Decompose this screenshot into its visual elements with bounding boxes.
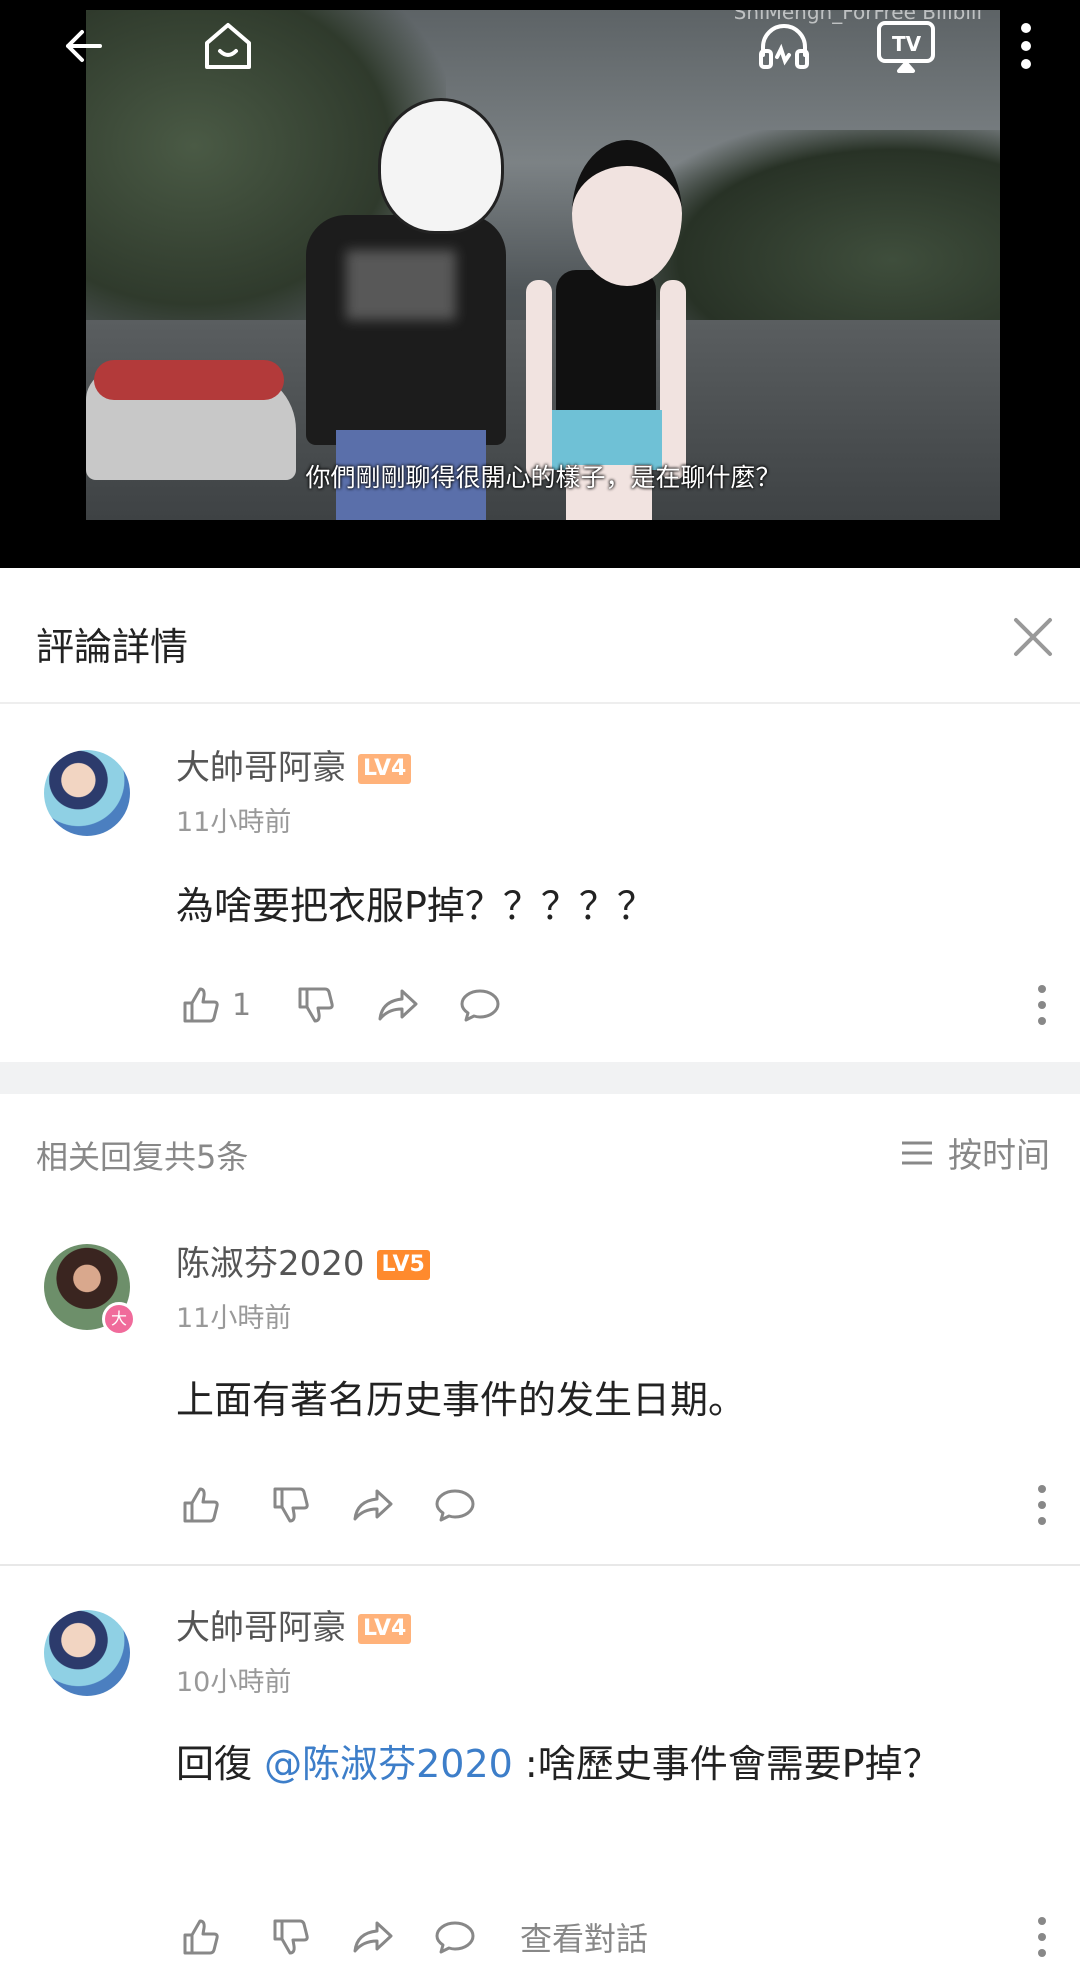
home-icon [205,23,251,69]
sort-button[interactable]: 按时间 [900,1128,1050,1177]
view-conversation-link[interactable]: 查看對話 [520,1914,648,1960]
share-icon [353,1921,393,1953]
thumbs-up-icon [183,987,219,1023]
like-button[interactable] [176,1480,226,1530]
video-frame: ShiMengh_ForFree Bilibili 你們剛剛聊得很開心的樣子，是… [86,10,1000,520]
home-button[interactable] [196,14,260,78]
thumbs-down-icon [273,1487,309,1523]
woman-illustration-arm-right [660,280,686,480]
headphones-icon [759,24,809,69]
close-button[interactable] [1008,612,1058,662]
level-badge: LV5 [376,1250,430,1280]
more-vertical-icon [1038,1485,1046,1525]
comment-actions [176,1480,480,1530]
reply-button[interactable] [430,1480,480,1530]
reply-button[interactable] [455,980,505,1030]
arrow-left-icon [66,30,102,62]
svg-text:TV: TV [892,32,922,56]
reply-item: 大帥哥阿豪 LV4 10小時前 回復 @陈淑芬2020 :啥歷史事件會需要P掉？ … [0,1566,1080,1977]
tv-cast-icon: TV [877,21,935,73]
avatar[interactable] [44,1610,130,1696]
comment-bubble-icon [435,1921,475,1954]
comment-bubble-icon [460,989,500,1022]
comment-text: 回復 @陈淑芬2020 :啥歷史事件會需要P掉？ [176,1742,941,1786]
main-comment: 大帥哥阿豪 LV4 11小時前 為啥要把衣服P掉？？？？？ 1 [0,704,1080,1062]
comment-time: 11小時前 [176,1303,292,1334]
share-button[interactable] [373,980,423,1030]
username[interactable]: 陈淑芬2020 LV5 [176,1236,430,1285]
comment-text: 為啥要把衣服P掉？？？？？ [176,884,655,928]
comment-detail-header: 評論詳情 [0,568,1080,704]
sort-label: 按时间 [948,1136,1050,1176]
thumbs-down-icon [273,1919,309,1955]
more-vertical-icon [1021,23,1031,69]
avatar[interactable] [44,750,130,836]
like-count: 1 [232,987,252,1023]
scooter-seat-illustration [94,360,284,400]
more-vertical-icon [1038,985,1046,1025]
audio-mode-button[interactable] [752,14,816,78]
comment-time: 10小時前 [176,1667,292,1698]
woman-illustration-body [556,270,656,420]
reply-item: 大 陈淑芬2020 LV5 11小時前 上面有著名历史事件的发生日期。 [0,1204,1080,1564]
more-options-button[interactable] [996,14,1056,78]
comment-more-button[interactable] [1022,1912,1062,1962]
vip-badge: 大 [102,1302,136,1336]
cast-button[interactable]: TV [874,14,938,78]
man-illustration-head [378,98,504,234]
comment-more-button[interactable] [1022,980,1062,1030]
like-button[interactable] [176,980,226,1030]
section-gap [0,1062,1080,1094]
panel-title: 評論詳情 [36,625,189,669]
video-subtitle: 你們剛剛聊得很開心的樣子，是在聊什麼？ [305,463,781,492]
share-button[interactable] [348,1912,398,1962]
comment-text: 上面有著名历史事件的发生日期。 [176,1378,747,1422]
user-mention-link[interactable]: @陈淑芬2020 [264,1742,513,1786]
thumbs-up-icon [183,1487,219,1523]
woman-illustration-arm-left [526,280,552,480]
dislike-button[interactable] [291,980,341,1030]
more-vertical-icon [1038,1917,1046,1957]
username[interactable]: 大帥哥阿豪 LV4 [176,1600,412,1649]
reply-button[interactable] [430,1912,480,1962]
share-icon [353,1489,393,1521]
thumbs-down-icon [298,987,334,1023]
share-button[interactable] [348,1480,398,1530]
thumbs-up-icon [183,1919,219,1955]
dislike-button[interactable] [266,1480,316,1530]
comment-actions: 查看對話 [176,1912,648,1962]
comment-more-button[interactable] [1022,1480,1062,1530]
comment-bubble-icon [435,1489,475,1522]
woman-illustration-head [572,140,682,286]
comment-actions: 1 [176,980,505,1030]
share-icon [378,989,418,1021]
replies-count: 相关回复共5条 [36,1138,249,1176]
comment-time: 11小時前 [176,807,292,838]
replies-header: 相关回复共5条 按时间 [0,1094,1080,1204]
back-button[interactable] [52,14,116,78]
close-icon [1014,618,1052,656]
username[interactable]: 大帥哥阿豪 LV4 [176,740,412,789]
dislike-button[interactable] [266,1912,316,1962]
video-player[interactable]: ShiMengh_ForFree Bilibili 你們剛剛聊得很開心的樣子，是… [0,0,1080,568]
level-badge: LV4 [358,1614,412,1644]
level-badge: LV4 [358,754,412,784]
like-button[interactable] [176,1912,226,1962]
sort-lines-icon [902,1141,932,1164]
blurred-shirt-print [346,250,456,320]
